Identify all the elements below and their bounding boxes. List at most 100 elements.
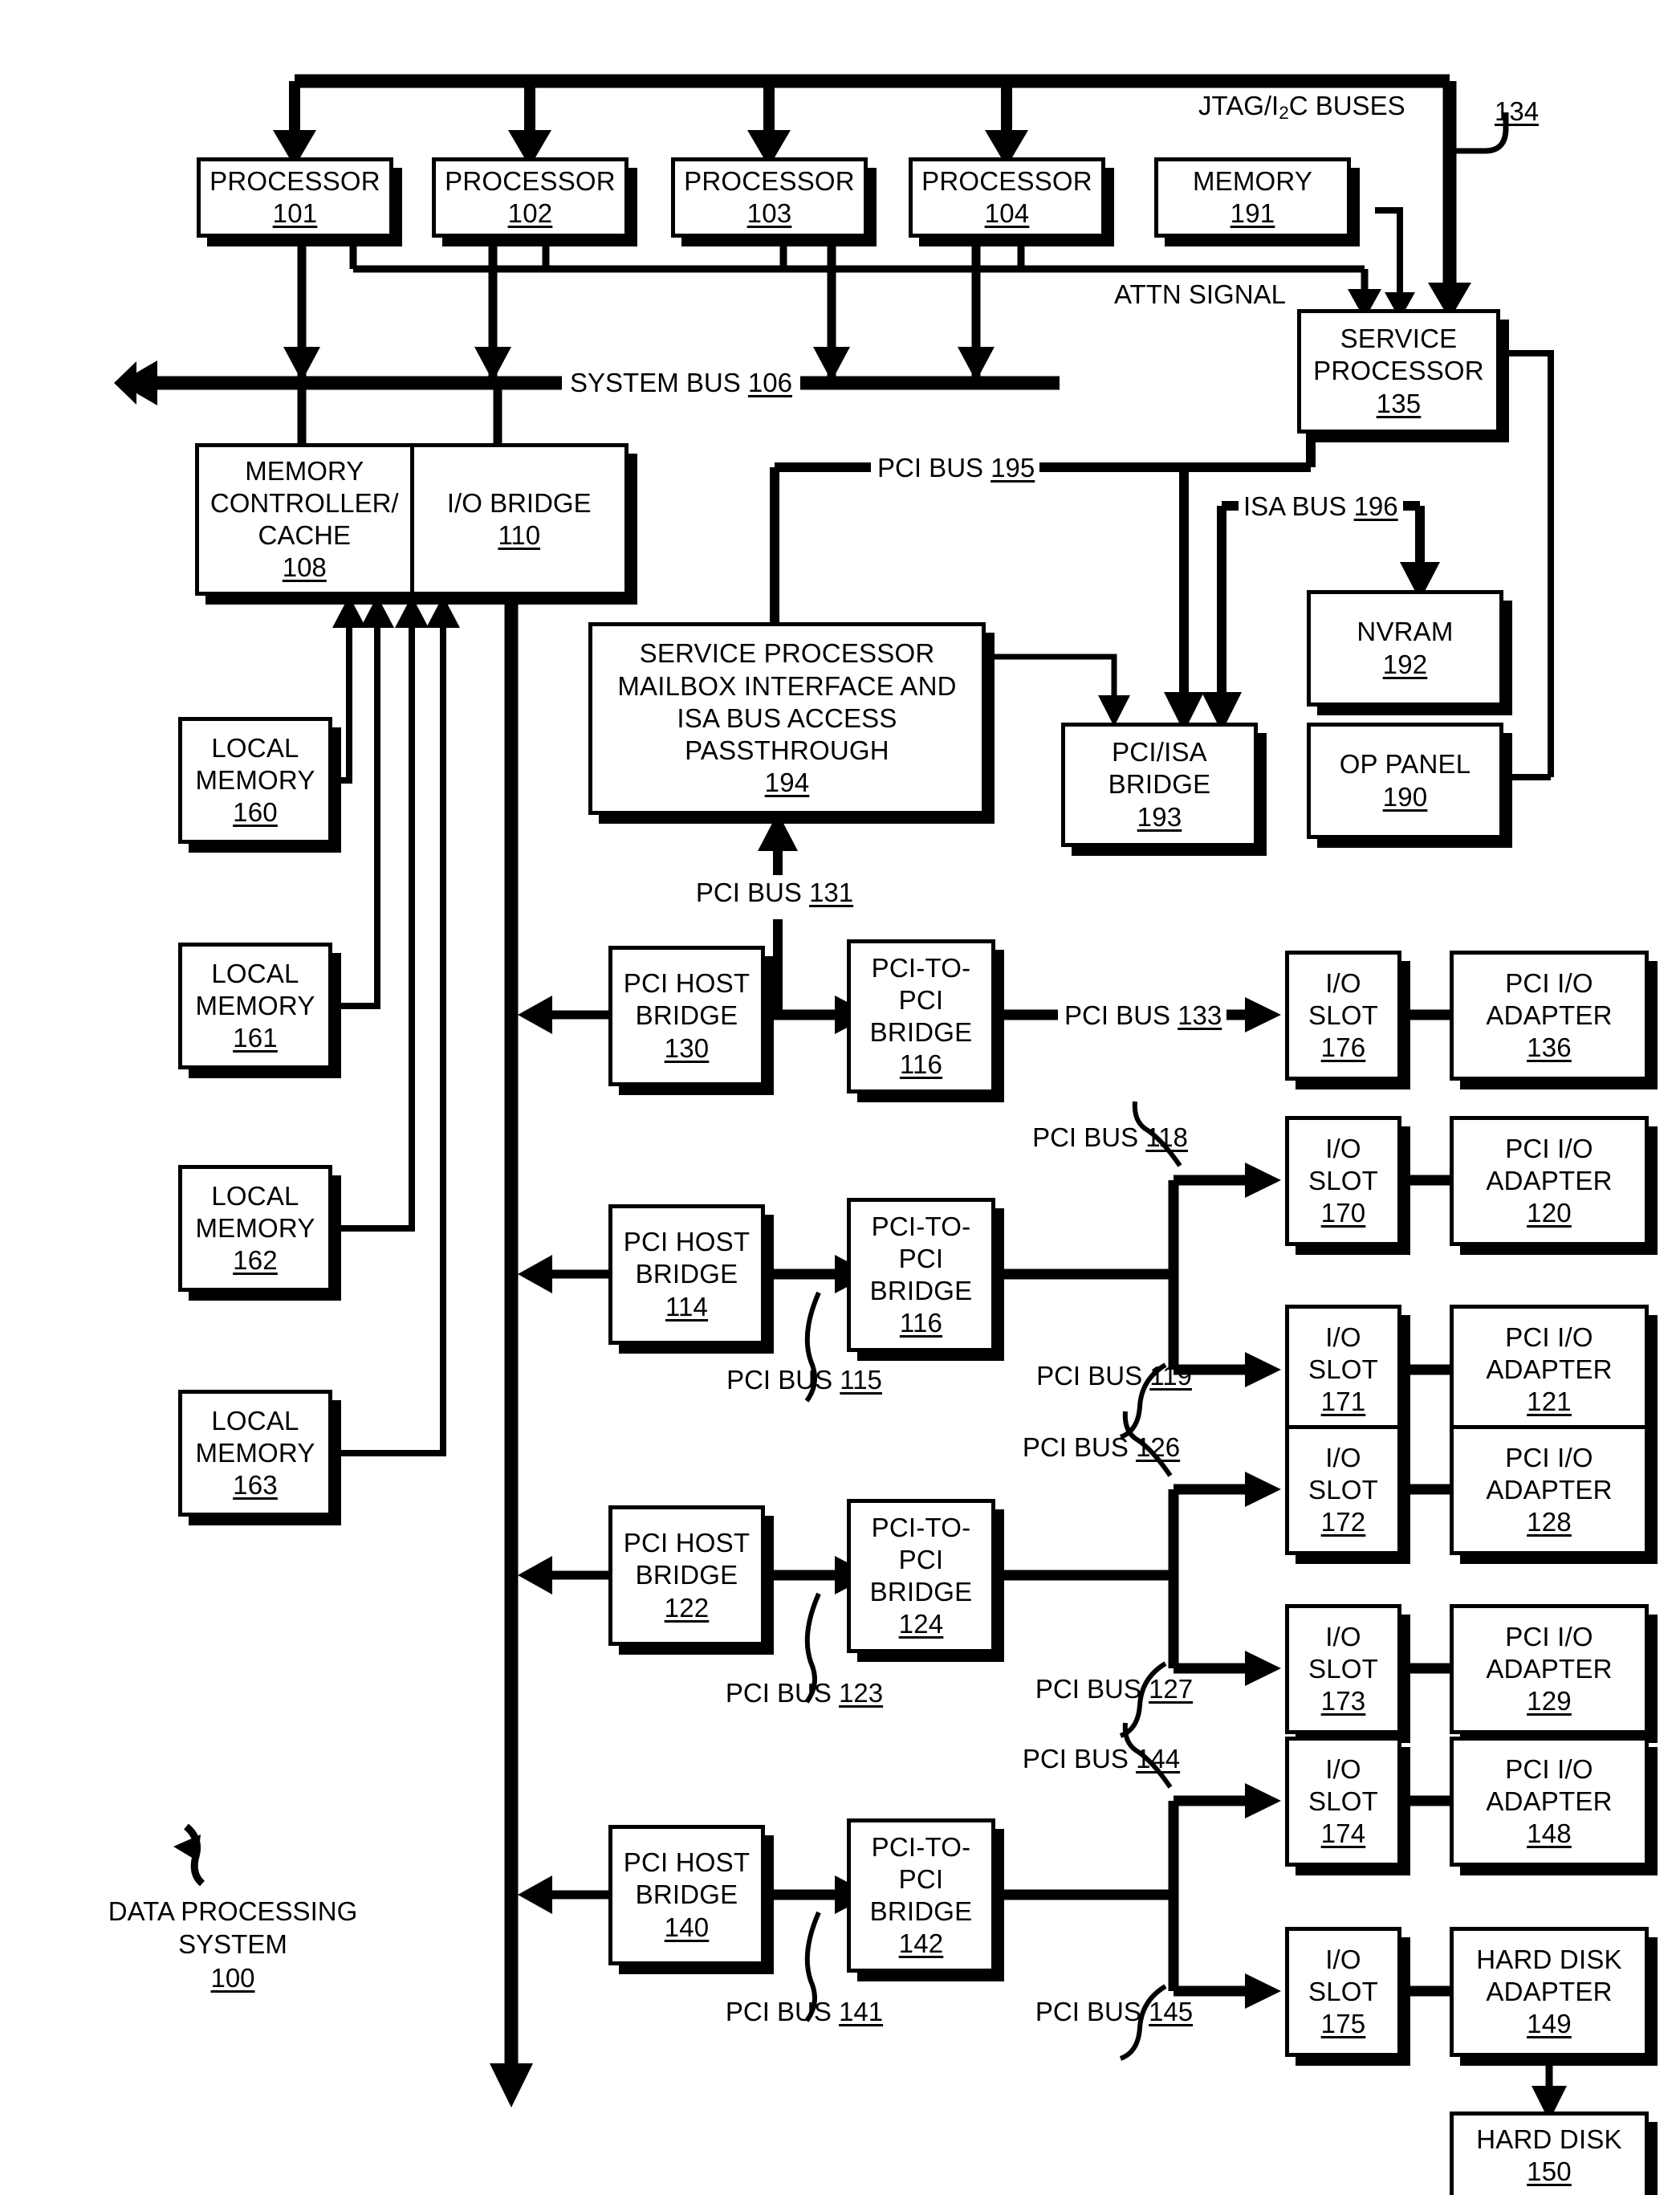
block-io-bridge-110[interactable]: I/O BRIDGE 110: [414, 447, 625, 592]
block-local-memory-162[interactable]: LOCAL MEMORY 162: [178, 1165, 332, 1292]
label-pci-bus-141: PCI BUS 141: [725, 1997, 884, 2026]
block-ref: 149: [1527, 2009, 1572, 2039]
block-io-slot-170[interactable]: I/O SLOT 170: [1285, 1116, 1401, 1246]
block-processor-102[interactable]: PROCESSOR 102: [432, 157, 628, 238]
block-ref: 175: [1320, 2009, 1366, 2039]
block-ref: 136: [1527, 1032, 1572, 1063]
block-title: PCI I/O ADAPTER: [1486, 1621, 1613, 1684]
block-ref: 150: [1527, 2156, 1572, 2186]
block-ref: 163: [233, 1470, 278, 1501]
block-hard-disk-150[interactable]: HARD DISK 150: [1450, 2112, 1649, 2195]
block-ref: 193: [1137, 801, 1182, 832]
block-pci-io-adapter-136[interactable]: PCI I/O ADAPTER 136: [1450, 951, 1649, 1081]
block-title: HARD DISK: [1476, 2124, 1622, 2154]
block-ref: 160: [233, 797, 278, 828]
block-title: PCI I/O ADAPTER: [1486, 1321, 1613, 1384]
block-io-slot-176[interactable]: I/O SLOT 176: [1285, 951, 1401, 1081]
block-pci-io-adapter-121[interactable]: PCI I/O ADAPTER 121: [1450, 1305, 1649, 1435]
block-pci-io-adapter-129[interactable]: PCI I/O ADAPTER 129: [1450, 1604, 1649, 1734]
block-pci-io-adapter-148[interactable]: PCI I/O ADAPTER 148: [1450, 1737, 1649, 1867]
block-ref: 135: [1376, 388, 1422, 418]
block-ref: 130: [664, 1032, 710, 1063]
block-io-slot-173[interactable]: I/O SLOT 173: [1285, 1604, 1401, 1734]
block-pci-isa-bridge-193[interactable]: PCI/ISA BRIDGE 193: [1061, 723, 1258, 847]
block-title: I/O SLOT: [1308, 1753, 1378, 1816]
block-pci-to-pci-bridge-116-a[interactable]: PCI-TO- PCI BRIDGE 116: [847, 939, 995, 1093]
label-pci-bus-119: PCI BUS 119: [1036, 1361, 1192, 1391]
block-pci-io-adapter-128[interactable]: PCI I/O ADAPTER 128: [1450, 1425, 1649, 1555]
block-ref: 171: [1320, 1387, 1366, 1417]
label-pci-bus-131: PCI BUS 131: [690, 878, 859, 908]
block-title: NVRAM: [1357, 617, 1454, 647]
block-ref: 148: [1527, 1818, 1572, 1849]
block-pci-to-pci-bridge-124[interactable]: PCI-TO- PCI BRIDGE 124: [847, 1499, 995, 1653]
block-title: PCI-TO- PCI BRIDGE: [869, 1831, 973, 1927]
label-attn-signal: ATTN SIGNAL: [1108, 279, 1292, 310]
block-local-memory-163[interactable]: LOCAL MEMORY 163: [178, 1390, 332, 1517]
block-ref: 176: [1320, 1032, 1366, 1063]
label-pci-bus-126: PCI BUS 126: [1022, 1432, 1181, 1462]
patent-figure-canvas: PROCESSOR 101 PROCESSOR 102 PROCESSOR 10…: [0, 0, 1680, 2195]
block-processor-104[interactable]: PROCESSOR 104: [909, 157, 1105, 238]
block-title: PCI I/O ADAPTER: [1486, 967, 1613, 1030]
block-title: LOCAL MEMORY: [195, 732, 315, 795]
block-ref: 122: [664, 1592, 710, 1623]
block-pci-io-adapter-120[interactable]: PCI I/O ADAPTER 120: [1450, 1116, 1649, 1246]
block-ref: 116: [899, 1308, 943, 1338]
block-pci-host-bridge-122[interactable]: PCI HOST BRIDGE 122: [608, 1505, 765, 1646]
block-op-panel-190[interactable]: OP PANEL 190: [1307, 723, 1503, 839]
block-ref: 191: [1230, 198, 1275, 228]
figure-caption: DATA PROCESSING SYSTEM 100: [96, 1895, 369, 1994]
block-ref: 104: [984, 198, 1030, 228]
block-service-processor-135[interactable]: SERVICE PROCESSOR 135: [1297, 309, 1500, 434]
block-title: PCI I/O ADAPTER: [1486, 1133, 1613, 1195]
label-isa-bus-196: ISA BUS 196: [1240, 491, 1401, 522]
block-title: LOCAL MEMORY: [195, 1405, 315, 1468]
block-nvram-192[interactable]: NVRAM 192: [1307, 590, 1503, 707]
block-title: PROCESSOR: [684, 165, 855, 196]
block-io-slot-171[interactable]: I/O SLOT 171: [1285, 1305, 1401, 1435]
block-title: PROCESSOR: [921, 165, 1092, 196]
block-ref: 102: [507, 198, 553, 228]
block-pci-host-bridge-140[interactable]: PCI HOST BRIDGE 140: [608, 1825, 765, 1965]
block-title: PCI HOST BRIDGE: [623, 968, 751, 1031]
block-local-memory-161[interactable]: LOCAL MEMORY 161: [178, 943, 332, 1069]
block-title: SERVICE PROCESSOR: [1313, 324, 1484, 386]
block-ref: 161: [233, 1023, 278, 1053]
block-title: LOCAL MEMORY: [195, 1180, 315, 1243]
block-io-slot-175[interactable]: I/O SLOT 175: [1285, 1927, 1401, 2057]
block-hard-disk-adapter-149[interactable]: HARD DISK ADAPTER 149: [1450, 1927, 1649, 2057]
block-ref: 121: [1527, 1387, 1572, 1417]
block-ref: 190: [1382, 781, 1428, 812]
block-sp-mailbox-194[interactable]: SERVICE PROCESSOR MAILBOX INTERFACE AND …: [588, 622, 986, 815]
block-ref: 162: [233, 1245, 278, 1276]
block-title: PCI-TO- PCI BRIDGE: [869, 1211, 973, 1306]
block-pci-to-pci-bridge-142[interactable]: PCI-TO- PCI BRIDGE 142: [847, 1818, 995, 1973]
block-ref: 103: [746, 198, 792, 228]
block-title: OP PANEL: [1339, 749, 1471, 780]
label-pci-bus-123: PCI BUS 123: [725, 1678, 884, 1708]
block-memory-191[interactable]: MEMORY 191: [1154, 157, 1351, 238]
label-pci-bus-133: PCI BUS 133: [1060, 1000, 1227, 1031]
block-io-slot-174[interactable]: I/O SLOT 174: [1285, 1737, 1401, 1867]
block-title: PCI-TO- PCI BRIDGE: [869, 952, 973, 1048]
figure-caption-ref: 100: [210, 1962, 255, 1993]
block-ref: 108: [282, 552, 327, 583]
block-memory-controller-108[interactable]: MEMORY CONTROLLER/ CACHE 108: [199, 447, 414, 592]
block-pci-to-pci-bridge-116-b[interactable]: PCI-TO- PCI BRIDGE 116: [847, 1198, 995, 1352]
block-processor-101[interactable]: PROCESSOR 101: [197, 157, 393, 238]
block-ref: 172: [1320, 1507, 1366, 1537]
label-pci-bus-115: PCI BUS 115: [726, 1365, 882, 1395]
label-pci-bus-144: PCI BUS 144: [1022, 1744, 1181, 1774]
block-ref: 170: [1320, 1198, 1366, 1228]
block-io-slot-172[interactable]: I/O SLOT 172: [1285, 1425, 1401, 1555]
block-pci-host-bridge-130[interactable]: PCI HOST BRIDGE 130: [608, 946, 765, 1086]
block-title: I/O SLOT: [1308, 1944, 1378, 2006]
block-processor-103[interactable]: PROCESSOR 103: [671, 157, 868, 238]
block-ref: 192: [1382, 649, 1428, 679]
block-ref: 128: [1527, 1507, 1572, 1537]
block-title: PCI/ISA BRIDGE: [1108, 737, 1211, 800]
block-local-memory-160[interactable]: LOCAL MEMORY 160: [178, 717, 332, 844]
block-pci-host-bridge-114[interactable]: PCI HOST BRIDGE 114: [608, 1204, 765, 1345]
block-title: MEMORY CONTROLLER/ CACHE: [209, 455, 399, 551]
